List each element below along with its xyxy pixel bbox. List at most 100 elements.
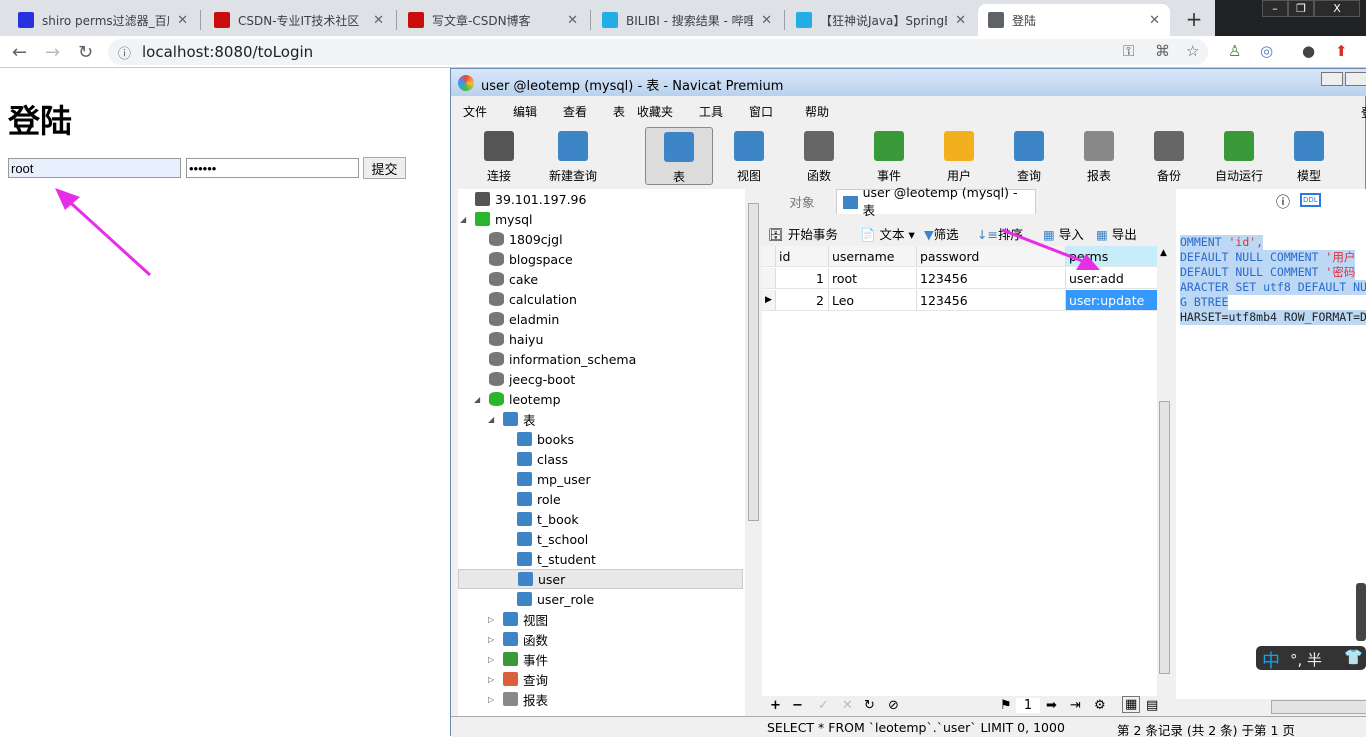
toolbar-button[interactable]: 备份 bbox=[1135, 127, 1203, 185]
collapsed-arrow-icon[interactable]: ▷ bbox=[488, 635, 498, 644]
toolbar-button[interactable]: 模型 bbox=[1275, 127, 1343, 185]
delete-record-icon[interactable]: − bbox=[792, 698, 803, 713]
tab-user-table[interactable]: user @leotemp (mysql) - 表 bbox=[836, 185, 1036, 218]
tree-item[interactable]: ▷ 查询 bbox=[488, 669, 548, 689]
restore-button[interactable]: ❐ bbox=[1288, 0, 1314, 17]
column-header[interactable]: id bbox=[776, 246, 829, 267]
username-input[interactable] bbox=[8, 158, 181, 178]
tree-item[interactable]: information_schema bbox=[474, 349, 636, 369]
extension2-icon[interactable]: ◎ bbox=[1260, 42, 1273, 60]
collapsed-arrow-icon[interactable]: ▷ bbox=[488, 695, 498, 704]
menu-item[interactable]: 查看 bbox=[563, 103, 587, 120]
tree-item[interactable]: haiyu bbox=[474, 329, 543, 349]
minimize-button[interactable]: – bbox=[1262, 0, 1288, 17]
tree-item[interactable]: 1809cjgl bbox=[474, 229, 563, 249]
menu-item[interactable]: 表 bbox=[613, 103, 625, 120]
tree-item[interactable]: blogspace bbox=[474, 249, 573, 269]
collapsed-arrow-icon[interactable]: ▷ bbox=[488, 675, 498, 684]
tree-item[interactable]: calculation bbox=[474, 289, 577, 309]
toolbar-button[interactable]: 报表 bbox=[1065, 127, 1133, 185]
browser-tab[interactable]: 写文章-CSDN博客 ✕ bbox=[398, 4, 588, 36]
toolbar-button[interactable]: 函数 bbox=[785, 127, 853, 185]
toolbar-button[interactable]: 用户 bbox=[925, 127, 993, 185]
collapsed-arrow-icon[interactable]: ▷ bbox=[488, 615, 498, 624]
tree-item[interactable]: role bbox=[502, 489, 561, 509]
scroll-thumb[interactable] bbox=[1159, 401, 1170, 674]
tree-item[interactable]: books bbox=[502, 429, 574, 449]
column-header[interactable]: password bbox=[917, 246, 1066, 267]
skin-icon[interactable]: 👕 bbox=[1344, 648, 1363, 666]
close-tab-icon[interactable]: ✕ bbox=[1149, 13, 1160, 28]
tab-objects[interactable]: 对象 bbox=[772, 189, 832, 214]
ddl-line[interactable]: OMMENT 'id', bbox=[1180, 235, 1264, 250]
ddl-hscrollbar[interactable] bbox=[1176, 699, 1366, 716]
submit-button[interactable]: 提交 bbox=[363, 157, 406, 179]
menu-item[interactable]: 收藏夹 bbox=[637, 103, 673, 120]
settings-icon[interactable]: ⚙ bbox=[1094, 698, 1106, 713]
tree-item[interactable]: cake bbox=[474, 269, 538, 289]
stop-icon[interactable]: ⊘ bbox=[888, 698, 899, 713]
sort-button[interactable]: ↓≡排序 bbox=[977, 224, 1023, 243]
close-tab-icon[interactable]: ✕ bbox=[373, 13, 384, 28]
grid-view-icon[interactable]: ▦ bbox=[1122, 696, 1141, 713]
tree-item[interactable]: eladmin bbox=[474, 309, 559, 329]
tree-item[interactable]: ◢ mysql bbox=[460, 209, 533, 229]
close-tab-icon[interactable]: ✕ bbox=[761, 13, 772, 28]
import-button[interactable]: ▦ 导入 bbox=[1043, 224, 1084, 243]
tree-item[interactable]: mp_user bbox=[502, 469, 591, 489]
close-tab-icon[interactable]: ✕ bbox=[177, 13, 188, 28]
toolbar-button[interactable]: 表 bbox=[645, 127, 713, 185]
ddl-icon[interactable]: DDL bbox=[1300, 193, 1321, 207]
toolbar-button[interactable]: 自动运行 bbox=[1205, 127, 1273, 185]
update-icon[interactable]: ⬆ bbox=[1335, 42, 1348, 60]
toolbar-button[interactable]: 事件 bbox=[855, 127, 923, 185]
ime-toolbar[interactable]: 中 °, 半 👕 bbox=[1256, 646, 1366, 673]
table-cell[interactable]: user:update bbox=[1066, 290, 1166, 311]
export-button[interactable]: ▦ 导出 bbox=[1096, 224, 1137, 243]
new-tab-button[interactable]: + bbox=[1180, 5, 1208, 33]
expanded-arrow-icon[interactable]: ◢ bbox=[488, 415, 498, 424]
password-input[interactable] bbox=[186, 158, 359, 178]
collapsed-arrow-icon[interactable]: ▷ bbox=[488, 655, 498, 664]
refresh-icon[interactable]: ↻ bbox=[864, 698, 875, 713]
tree-item[interactable]: t_school bbox=[502, 529, 588, 549]
scroll-up-icon[interactable]: ▲ bbox=[1160, 248, 1167, 258]
menu-item[interactable]: 工具 bbox=[699, 103, 723, 120]
tree-scrollbar[interactable] bbox=[746, 189, 761, 716]
tree-item[interactable]: user_role bbox=[502, 589, 594, 609]
page-number-input[interactable]: 1 bbox=[1016, 698, 1040, 713]
grid-scrollbar[interactable]: ▲ bbox=[1157, 246, 1172, 696]
ddl-line[interactable]: DEFAULT NULL COMMENT '密码 bbox=[1180, 265, 1356, 280]
table-cell[interactable]: 2 bbox=[776, 290, 829, 311]
browser-tab[interactable]: 【狂神说Java】SpringB ✕ bbox=[786, 4, 976, 36]
profile-icon[interactable]: ● bbox=[1302, 42, 1315, 60]
table-cell[interactable]: Leo bbox=[829, 290, 917, 311]
translate-icon[interactable]: ⌘ bbox=[1155, 42, 1170, 60]
tree-item[interactable]: class bbox=[502, 449, 568, 469]
ime-mode[interactable]: 中 bbox=[1262, 647, 1280, 673]
expanded-arrow-icon[interactable]: ◢ bbox=[460, 215, 470, 224]
first-page-icon[interactable]: ⚑ bbox=[1000, 698, 1012, 713]
menu-item[interactable]: 帮助 bbox=[805, 103, 829, 120]
filter-button[interactable]: ▼筛选 bbox=[924, 224, 959, 243]
row-selector[interactable]: ▶ bbox=[762, 290, 776, 311]
column-header[interactable]: username bbox=[829, 246, 917, 267]
tree-item[interactable]: ◢ leotemp bbox=[474, 389, 561, 409]
browser-tab[interactable]: shiro perms过滤器_百度 ✕ bbox=[8, 4, 198, 36]
menu-item[interactable]: 窗口 bbox=[749, 103, 773, 120]
ddl-line[interactable]: G BTREE bbox=[1180, 295, 1229, 310]
toolbar-button[interactable]: 查询 bbox=[995, 127, 1063, 185]
expanded-arrow-icon[interactable]: ◢ bbox=[474, 395, 484, 404]
toolbar-button[interactable]: 连接 bbox=[465, 127, 533, 185]
toolbar-button[interactable]: 新建查询 bbox=[539, 127, 607, 185]
back-icon[interactable]: ← bbox=[12, 42, 27, 63]
ddl-line[interactable]: HARSET=utf8mb4 ROW_FORMAT=D bbox=[1180, 310, 1366, 325]
tree-item[interactable]: ▷ 函数 bbox=[488, 629, 548, 649]
row-selector[interactable] bbox=[762, 268, 776, 289]
tree-item[interactable]: user bbox=[458, 569, 743, 589]
ddl-line[interactable]: ARACTER SET utf8 DEFAULT NU bbox=[1180, 280, 1366, 295]
reload-icon[interactable]: ↻ bbox=[78, 42, 93, 63]
omnibox[interactable]: ⓘ localhost:8080/toLogin bbox=[108, 39, 1208, 65]
info-icon[interactable]: ⓘ bbox=[118, 43, 131, 62]
toolbar-button[interactable]: 视图 bbox=[715, 127, 783, 185]
